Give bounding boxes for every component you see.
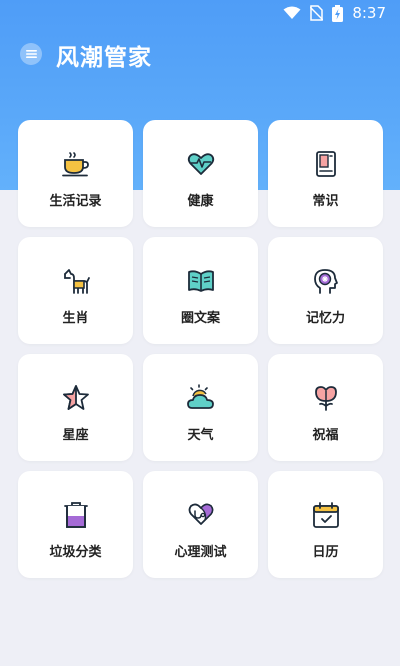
card-label: 天气 bbox=[187, 428, 214, 443]
brain-head-icon bbox=[312, 267, 340, 295]
app-title: 风潮管家 bbox=[56, 45, 152, 71]
card-calendar[interactable]: 日历 bbox=[268, 471, 383, 578]
card-garbage-sorting[interactable]: 垃圾分类 bbox=[18, 471, 133, 578]
card-label: 心理测试 bbox=[174, 545, 227, 560]
feature-grid: 生活记录 健康 常识 生肖 圈文案 记忆力 星座 天气 祝福 垃圾分类 心理测试… bbox=[18, 120, 384, 578]
card-label: 生活记录 bbox=[49, 194, 102, 209]
heart-pulse-icon bbox=[187, 150, 215, 178]
app-bar: 风潮管家 bbox=[0, 34, 400, 74]
card-knowledge[interactable]: 常识 bbox=[268, 120, 383, 227]
no-sim-icon bbox=[310, 5, 324, 21]
card-constellation[interactable]: 星座 bbox=[18, 354, 133, 461]
notebook-icon bbox=[312, 150, 340, 178]
flower-icon bbox=[312, 384, 340, 412]
star-icon bbox=[62, 384, 90, 412]
card-weather[interactable]: 天气 bbox=[143, 354, 258, 461]
card-label: 日历 bbox=[312, 545, 339, 560]
card-label: 星座 bbox=[62, 428, 89, 443]
status-bar: 8:37 bbox=[0, 0, 400, 26]
card-label: 常识 bbox=[312, 194, 339, 209]
heart-stethoscope-icon bbox=[187, 501, 215, 529]
card-health[interactable]: 健康 bbox=[143, 120, 258, 227]
card-zodiac[interactable]: 生肖 bbox=[18, 237, 133, 344]
card-label: 圈文案 bbox=[180, 311, 220, 326]
dog-icon bbox=[62, 267, 90, 295]
card-copywriting[interactable]: 圈文案 bbox=[143, 237, 258, 344]
menu-icon bbox=[25, 50, 37, 58]
card-blessing[interactable]: 祝福 bbox=[268, 354, 383, 461]
menu-button[interactable] bbox=[20, 43, 42, 65]
sun-cloud-icon bbox=[186, 384, 215, 412]
card-label: 祝福 bbox=[312, 428, 339, 443]
card-label: 记忆力 bbox=[305, 311, 345, 326]
wifi-icon bbox=[283, 6, 301, 19]
card-life-record[interactable]: 生活记录 bbox=[18, 120, 133, 227]
battery-charging-icon bbox=[332, 4, 344, 22]
card-psych-test[interactable]: 心理测试 bbox=[143, 471, 258, 578]
card-label: 健康 bbox=[187, 194, 214, 209]
status-time: 8:37 bbox=[352, 4, 386, 22]
calendar-icon bbox=[312, 501, 340, 529]
card-label: 生肖 bbox=[62, 311, 89, 326]
open-book-icon bbox=[187, 267, 215, 295]
card-memory[interactable]: 记忆力 bbox=[268, 237, 383, 344]
card-label: 垃圾分类 bbox=[49, 545, 102, 560]
trash-bin-icon bbox=[62, 501, 90, 529]
coffee-cup-icon bbox=[61, 150, 90, 178]
